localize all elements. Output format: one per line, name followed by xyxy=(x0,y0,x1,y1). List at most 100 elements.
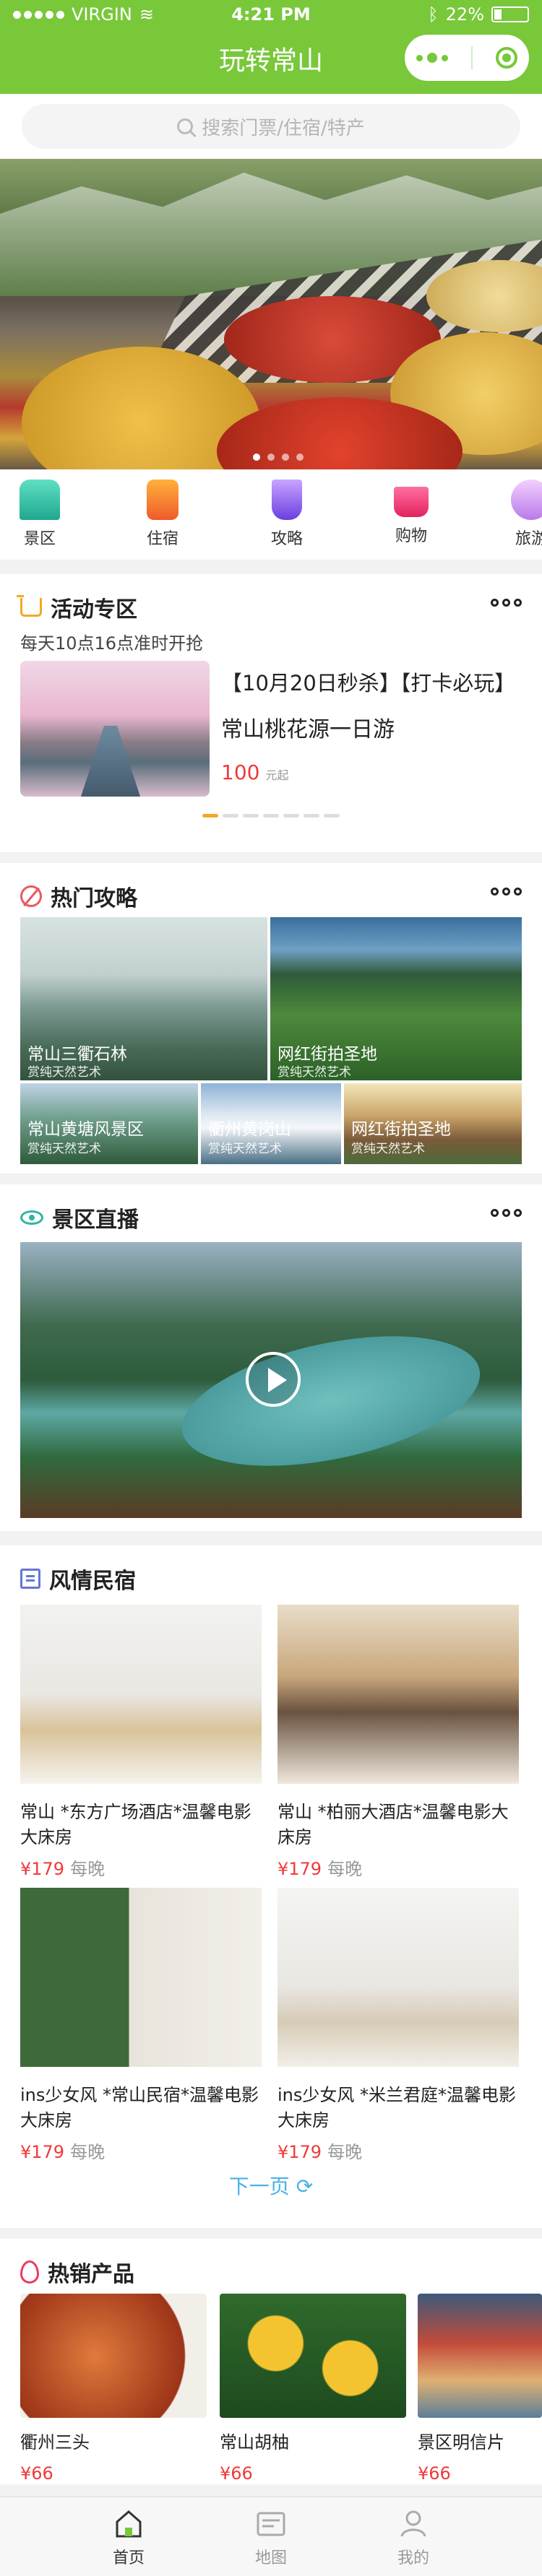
guide-name: 网红街拍圣地 xyxy=(351,1120,451,1139)
category-scenic[interactable]: 景区 xyxy=(0,480,79,549)
eye-icon xyxy=(20,1210,43,1225)
homestay-name: 常山 *柏丽大酒店*温馨电影大床房 xyxy=(278,1802,509,1847)
section-title: 热门攻略 xyxy=(51,886,137,911)
homestay-card[interactable]: 常山 *柏丽大酒店*温馨电影大床房 ¥179 每晚 xyxy=(278,1605,519,1880)
guide-name: 常山黄塘风景区 xyxy=(27,1120,144,1139)
search-input[interactable]: 搜索门票/住宿/特产 xyxy=(22,104,520,149)
activity-section: 活动专区 每天10点16点准时开抢 【10月20日秒杀】【打卡必玩】 常山桃花源… xyxy=(0,574,542,852)
more-button[interactable] xyxy=(491,1209,522,1217)
section-header: 热销产品 xyxy=(20,2256,134,2288)
guide-sub: 赏纯天然艺术 xyxy=(351,1142,425,1156)
homestay-price: ¥179 每晚 xyxy=(20,2142,106,2162)
status-bar: VIRGIN ≋ 4:21 PM ᛒ 22% xyxy=(0,0,542,29)
category-label: 购物 xyxy=(395,527,427,545)
homestay-image xyxy=(278,1888,519,2067)
category-shopping[interactable]: 购物 xyxy=(371,480,451,546)
homestay-name: 常山 *东方广场酒店*温馨电影大床房 xyxy=(20,1802,251,1847)
more-button[interactable] xyxy=(491,599,522,607)
guide-tile[interactable]: 网红街拍圣地 赏纯天然艺术 xyxy=(270,917,522,1080)
bluetooth-icon: ᛒ xyxy=(428,4,439,25)
products-section: 热销产品 衢州三头 ¥66 常山胡柚 ¥66 景区明信片 ¥66 xyxy=(0,2239,542,2484)
map-icon xyxy=(255,2507,287,2539)
search-icon xyxy=(177,118,194,134)
homestay-price: ¥179 每晚 xyxy=(20,1859,106,1879)
section-title: 景区直播 xyxy=(52,1207,139,1233)
section-header: 风情民宿 xyxy=(20,1563,136,1595)
homestay-image xyxy=(278,1605,519,1784)
guide-name: 常山三衢石林 xyxy=(27,1045,127,1064)
more-menu-button[interactable] xyxy=(416,53,448,63)
battery-icon xyxy=(491,6,529,22)
activity-indicator xyxy=(202,814,340,818)
homestay-name: ins少女风 *常山民宿*温馨电影大床房 xyxy=(20,2085,259,2130)
product-name: 衢州三头 xyxy=(20,2432,90,2453)
category-hotel[interactable]: 住宿 xyxy=(123,480,202,549)
tab-label: 地图 xyxy=(254,2549,287,2567)
product-card[interactable]: 常山胡柚 ¥66 xyxy=(220,2294,406,2484)
category-nav: 景区 住宿 攻略 购物 旅游 xyxy=(0,469,542,560)
activity-name: 常山桃花源一日游 xyxy=(221,717,395,742)
homestay-name: ins少女风 *米兰君庭*温馨电影大床房 xyxy=(278,2085,517,2130)
next-page-button[interactable]: 下一页 ⟳ xyxy=(0,2171,542,2200)
activity-price: 100 元起 xyxy=(221,760,289,784)
homestay-price: ¥179 每晚 xyxy=(278,1859,363,1879)
homestay-card[interactable]: ins少女风 *常山民宿*温馨电影大床房 ¥179 每晚 xyxy=(20,1888,262,2163)
search-placeholder: 搜索门票/住宿/特产 xyxy=(202,117,365,139)
category-label: 住宿 xyxy=(146,530,178,548)
search-area: 搜索门票/住宿/特产 xyxy=(0,94,542,159)
miniprogram-capsule xyxy=(405,35,529,81)
guide-sub: 赏纯天然艺术 xyxy=(27,1065,101,1080)
more-button[interactable] xyxy=(491,888,522,895)
section-title: 活动专区 xyxy=(51,597,137,623)
category-guide[interactable]: 攻略 xyxy=(247,480,327,549)
guide-tile[interactable]: 常山三衢石林 赏纯天然艺术 xyxy=(20,917,267,1080)
close-miniprogram-button[interactable] xyxy=(496,47,517,69)
banner-indicator xyxy=(253,454,304,461)
homestay-card[interactable]: ins少女风 *米兰君庭*温馨电影大床房 ¥179 每晚 xyxy=(278,1888,519,2163)
homestay-image xyxy=(20,1605,262,1784)
guide-sub: 赏纯天然艺术 xyxy=(27,1142,101,1156)
tab-home[interactable]: 首页 xyxy=(85,2507,172,2568)
product-price: ¥66 xyxy=(418,2463,451,2484)
guide-name: 网红街拍圣地 xyxy=(278,1045,377,1064)
product-name: 景区明信片 xyxy=(418,2432,504,2453)
product-name: 常山胡柚 xyxy=(220,2432,289,2453)
product-image xyxy=(418,2294,542,2418)
guide-tile[interactable]: 网红街拍圣地 赏纯天然艺术 xyxy=(344,1083,522,1164)
product-price: ¥66 xyxy=(20,2463,53,2484)
tab-bar: 首页 地图 我的 xyxy=(0,2497,542,2576)
section-title: 热销产品 xyxy=(48,2262,134,2287)
castle-icon xyxy=(20,480,60,520)
category-label: 攻略 xyxy=(270,530,303,548)
tab-label: 我的 xyxy=(397,2549,429,2567)
compass-icon xyxy=(20,885,42,907)
tab-map[interactable]: 地图 xyxy=(228,2507,314,2568)
hotel-icon xyxy=(147,480,178,520)
product-image xyxy=(220,2294,406,2418)
guide-tile[interactable]: 常山黄塘风景区 赏纯天然艺术 xyxy=(20,1083,198,1164)
next-page-label: 下一页 xyxy=(228,2174,290,2198)
category-travel[interactable]: 旅游 xyxy=(491,480,542,549)
category-label: 旅游 xyxy=(515,530,542,548)
guide-sub: 赏纯天然艺术 xyxy=(278,1065,351,1080)
product-card[interactable]: 景区明信片 ¥66 xyxy=(418,2294,542,2484)
homestay-price: ¥179 每晚 xyxy=(278,2142,363,2162)
play-icon[interactable] xyxy=(246,1352,301,1407)
cart-icon xyxy=(17,595,42,617)
status-right: ᛒ 22% xyxy=(428,4,529,25)
banner-carousel[interactable] xyxy=(0,159,542,469)
building-icon xyxy=(20,1569,40,1589)
category-label: 景区 xyxy=(23,530,56,548)
homestay-card[interactable]: 常山 *东方广场酒店*温馨电影大床房 ¥179 每晚 xyxy=(20,1605,262,1880)
guide-tile[interactable]: 衢州黄岗山 赏纯天然艺术 xyxy=(201,1083,341,1164)
user-icon xyxy=(397,2507,429,2539)
live-video[interactable] xyxy=(20,1242,522,1518)
tab-label: 首页 xyxy=(112,2549,145,2567)
cart-icon xyxy=(394,487,429,517)
home-icon xyxy=(113,2507,145,2539)
product-card[interactable]: 衢州三头 ¥66 xyxy=(20,2294,207,2484)
refresh-icon: ⟳ xyxy=(296,2174,314,2198)
activity-tag: 【10月20日秒杀】【打卡必玩】 xyxy=(221,671,516,695)
section-title: 风情民宿 xyxy=(49,1569,136,1594)
tab-mine[interactable]: 我的 xyxy=(370,2507,457,2568)
